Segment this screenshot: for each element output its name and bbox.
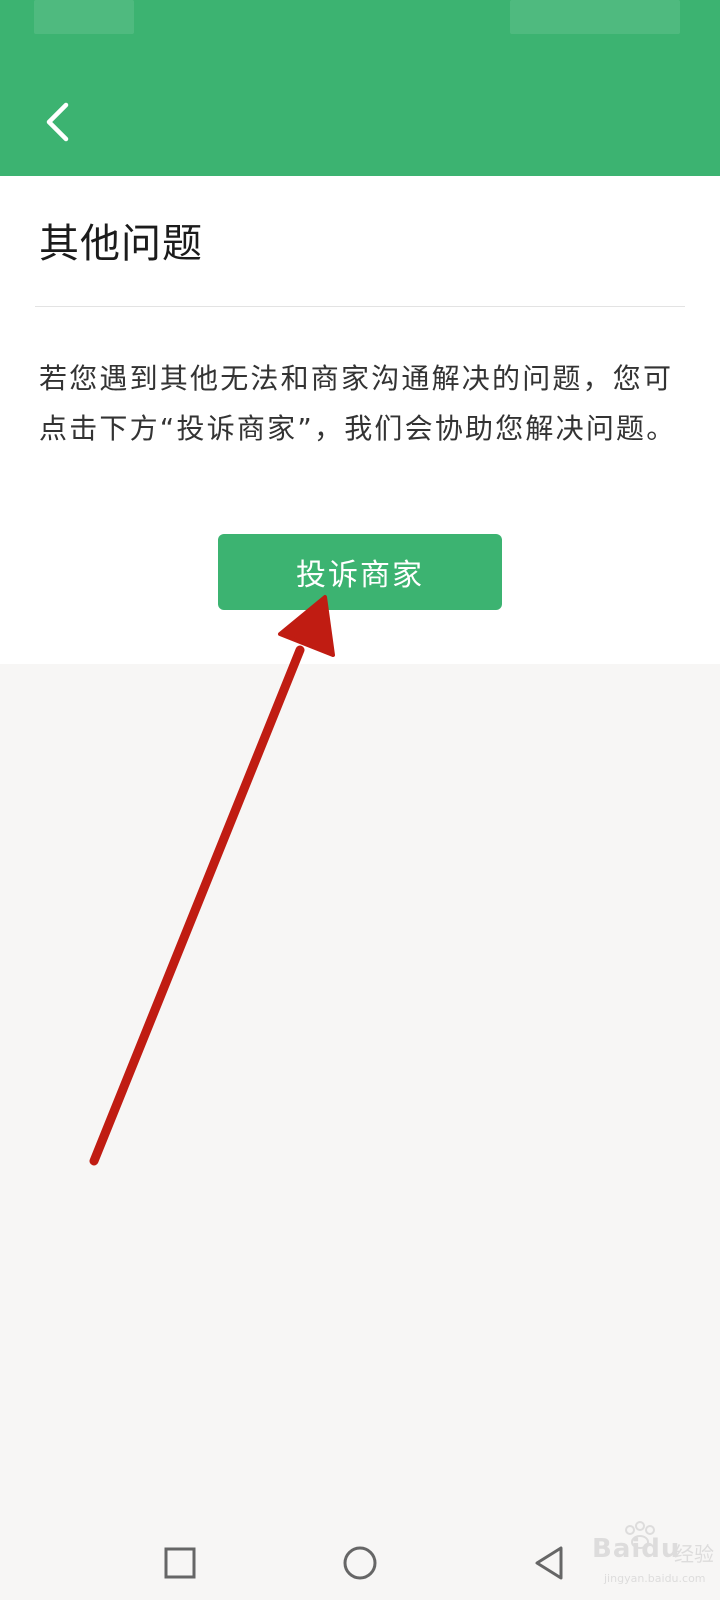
system-back-button[interactable] [525,1538,575,1588]
triangle-back-icon [535,1546,563,1580]
complain-merchant-button[interactable]: 投诉商家 [218,534,502,610]
status-bar-blur-right [510,0,680,34]
status-bar [0,0,720,70]
chevron-left-icon [46,102,69,142]
circle-icon [343,1546,377,1580]
square-icon [164,1547,196,1579]
watermark-text: 经验 [674,1542,714,1566]
watermark-url: jingyan.baidu.com [604,1572,706,1585]
app-bar [0,70,720,176]
page-title: 其他问题 [39,221,203,267]
recent-apps-button[interactable] [155,1538,205,1588]
home-button[interactable] [335,1538,385,1588]
status-bar-blur-left [34,0,134,34]
watermark-brand: Baidu [592,1534,681,1564]
description-text: 若您遇到其他无法和商家沟通解决的问题，您可点击下方“投诉商家”，我们会协助您解决… [39,362,677,445]
back-button[interactable] [30,94,86,150]
divider [35,306,685,307]
baidu-jingyan-watermark: Baidu 经验 jingyan.baidu.com [584,1520,714,1592]
